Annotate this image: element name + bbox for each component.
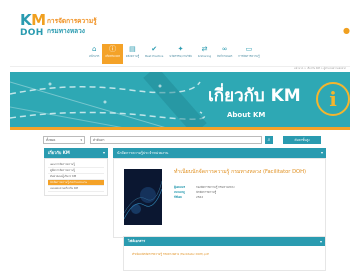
files-panel: ไฟล์เอกสาร ▾ ทำเนียบนักจัดการความรู้ กรม… [123,236,326,271]
chevron-down-icon: ▾ [80,138,82,142]
nav-item[interactable]: ⇄ K-Sharing [195,44,214,64]
files-panel-title: ไฟล์เอกสาร [128,239,146,243]
book-icon: ▤ [129,45,136,53]
nav-item[interactable]: ▭ การจัดการความรู้ [235,44,262,64]
meta-key: ปีที่เผย [174,195,182,199]
search-row: ทั้งหมด ▾ คำค้นหา ⌕ ค้นหาขั้นสูง [43,136,323,145]
info-icon: i [316,82,350,116]
lightbulb-icon: ✦ [177,45,184,53]
km-doh-logo[interactable]: KM DOH การจัดการความรู้ กรมทางหลวง [20,13,115,43]
banner-accent-bar [10,127,350,130]
info-icon: ⓘ [109,45,117,53]
page-banner: เกี่ยวกับ KM About KM i [10,72,350,129]
nav-item-label: นวัตกรรม/งานวิจัย [169,54,192,58]
category-select-value: ทั้งหมด [46,138,56,142]
nav-item[interactable]: ✔ Best Practice [142,44,166,64]
sidebar: เกี่ยวกับ KM ▾ แผนการจัดการความรู้ คู่มือ… [44,148,108,208]
sidebar-title-label: เกี่ยวกับ KM [48,150,70,155]
main-panel-header: นักจัดการความรู้ประจำหน่วยงาน ▾ [113,148,326,158]
thumbs-up-icon: ✔ [151,45,158,53]
meta-row: ปีที่เผย 2562 [174,195,314,200]
document-meta: ผู้เผยแพร่ กองจัดการความรู้ กรมทางหลวง หมว… [174,185,314,200]
chevron-down-icon[interactable]: ▾ [103,148,105,158]
share-icon: ⇄ [201,45,208,53]
advanced-search-button[interactable]: ค้นหาขั้นสูง [283,136,321,144]
nav-item[interactable]: ∞ ลิงก์ภายนอก [214,44,235,64]
breadcrumb-strip: หน้าแรก > เกี่ยวกับ KM > ผู้อำนวยความสะด… [10,66,350,70]
page: KM DOH การจัดการความรู้ กรมทางหลวง ● ⌂ หน… [0,0,360,271]
nav-item-label: เกี่ยวกับ KM [105,54,120,58]
nav-item-label: การจัดการความรู้ [238,54,260,58]
monitor-icon: ▭ [245,45,253,53]
file-link[interactable]: ทำเนียบนักจัดการความรู้ กรมทางหลวง (Faci… [132,252,209,257]
banner-subtitle: About KM [227,111,266,119]
sidebar-title: เกี่ยวกับ KM ▾ [44,148,108,158]
meta-value: 2562 [196,195,204,199]
search-input[interactable]: คำค้นหา [90,136,262,144]
category-select[interactable]: ทั้งหมด ▾ [43,136,85,144]
link-icon: ∞ [221,45,228,53]
search-input-value: คำค้นหา [93,138,105,142]
book-cover-art [124,169,162,225]
files-panel-header: ไฟล์เอกสาร ▾ [124,237,325,246]
main-panel-title: นักจัดการความรู้ประจำหน่วยงาน [117,151,169,155]
logo-subtitle-thai: กรมทางหลวง [47,27,85,35]
nav-item-label: K-Sharing [197,54,212,58]
sidebar-item[interactable]: แบบสอบถามเกี่ยวกับ KM [48,186,104,192]
document-card: ทำเนียบนักจัดการความรู้ กรมทางหลวง (Faci… [113,158,326,238]
logo-km-wordmark: KM [20,11,46,29]
sidebar-list: แผนการจัดการความรู้ คู่มือการจัดการความรู… [44,158,108,196]
main-panel: นักจัดการความรู้ประจำหน่วยงาน ▾ ทำเนียบน… [113,148,326,271]
search-icon: ⌕ [267,137,271,143]
document-title[interactable]: ทำเนียบนักจัดการความรู้ กรมทางหลวง (Faci… [174,169,324,176]
nav-item[interactable]: ⓘ เกี่ยวกับ KM [102,44,123,64]
nav-item-label: คลังความรู้ [125,54,140,58]
chevron-down-icon[interactable]: ▾ [321,148,323,158]
banner-title: เกี่ยวกับ KM [208,86,301,106]
breadcrumb: หน้าแรก > เกี่ยวกับ KM > ผู้อำนวยความสะด… [293,67,346,70]
main-nav: ⌂ หน้าแรก ⓘ เกี่ยวกับ KM ▤ คลังความรู้ ✔ Best P… [86,44,286,64]
nav-item[interactable]: ▤ คลังความรู้ [123,44,142,64]
nav-item-label: Best Practice [145,54,164,58]
nav-item-label: หน้าแรก [89,54,100,58]
chevron-down-icon[interactable]: ▾ [320,237,322,246]
nav-item[interactable]: ✦ นวัตกรรม/งานวิจัย [166,44,194,64]
book-cover-image[interactable] [124,169,162,225]
search-button[interactable]: ⌕ [265,136,273,144]
site-header: KM DOH การจัดการความรู้ กรมทางหลวง ● ⌂ หน… [0,0,360,72]
home-icon: ⌂ [91,45,97,53]
logo-title-thai: การจัดการความรู้ [47,17,97,25]
user-circle-icon[interactable]: ● [343,27,351,35]
nav-item[interactable]: ⌂ หน้าแรก [86,44,102,64]
logo-doh-text: DOH [20,28,44,38]
nav-item-label: ลิงก์ภายนอก [217,54,233,58]
